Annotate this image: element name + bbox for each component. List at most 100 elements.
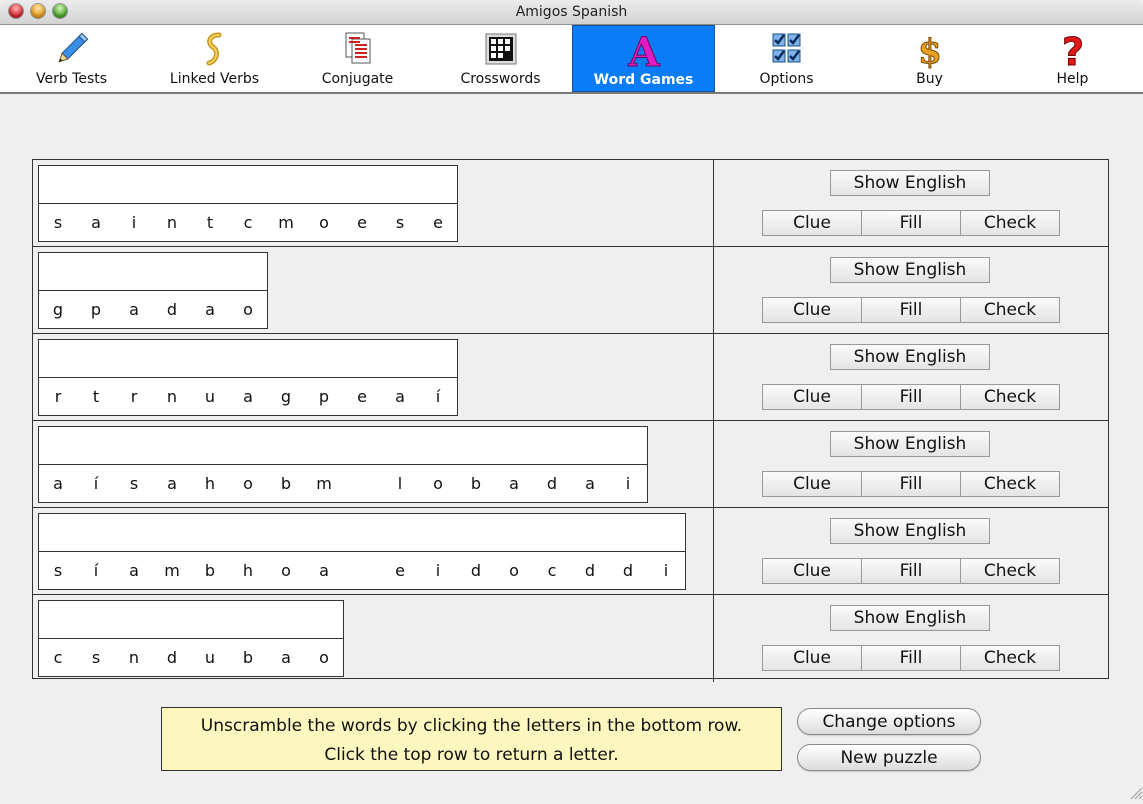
clue-button[interactable]: Clue [763,559,862,583]
answer-slot[interactable] [39,514,78,552]
answer-slot[interactable] [229,601,268,639]
scrambled-letter[interactable]: h [229,552,268,589]
scrambled-letter[interactable]: b [191,552,230,589]
answer-slot[interactable] [343,514,382,552]
toolbar-options[interactable]: Options [715,25,858,92]
answer-slot[interactable] [305,166,344,204]
clue-button[interactable]: Clue [763,646,862,670]
answer-slot[interactable] [267,166,306,204]
answer-slot[interactable] [229,166,268,204]
answer-slot[interactable] [153,253,192,291]
show-english-button[interactable]: Show English [830,518,990,544]
scrambled-letter[interactable]: i [419,552,458,589]
check-button[interactable]: Check [961,385,1059,409]
scrambled-letter[interactable]: a [77,204,116,241]
answer-slot[interactable] [191,253,230,291]
scrambled-letter[interactable]: a [305,552,344,589]
check-button[interactable]: Check [961,472,1059,496]
scrambled-letter[interactable]: r [115,378,154,415]
answer-slot[interactable] [267,427,306,465]
answer-slot[interactable] [305,514,344,552]
answer-slot[interactable] [153,166,192,204]
scrambled-letter[interactable]: c [229,204,268,241]
scrambled-letter[interactable]: a [495,465,534,502]
toolbar-linked-verbs[interactable]: Linked Verbs [143,25,286,92]
answer-slot[interactable] [495,514,534,552]
scrambled-letter[interactable]: b [457,465,496,502]
check-button[interactable]: Check [961,559,1059,583]
answer-slot[interactable] [115,601,154,639]
scrambled-letter[interactable]: o [419,465,458,502]
answer-slot[interactable] [419,166,457,204]
scrambled-letter[interactable]: c [39,639,78,676]
fill-button[interactable]: Fill [862,472,961,496]
answer-slot[interactable] [153,601,192,639]
answer-slot[interactable] [39,253,78,291]
answer-slot[interactable] [571,427,610,465]
answer-slot[interactable] [153,340,192,378]
scrambled-letter[interactable]: s [39,204,78,241]
answer-slot[interactable] [267,601,306,639]
scrambled-letter[interactable]: i [609,465,647,502]
answer-slot[interactable] [533,427,572,465]
toolbar-conjugate[interactable]: Conjugate [286,25,429,92]
scrambled-letter[interactable]: o [229,465,268,502]
answer-slot[interactable] [153,427,192,465]
scrambled-letter[interactable]: r [39,378,78,415]
answer-slot[interactable] [343,427,382,465]
scrambled-letter[interactable]: b [229,639,268,676]
show-english-button[interactable]: Show English [830,257,990,283]
clue-button[interactable]: Clue [763,211,862,235]
scrambled-letter[interactable]: í [77,465,116,502]
toolbar-buy[interactable]: $ Buy [858,25,1001,92]
scrambled-letter[interactable]: h [191,465,230,502]
scrambled-letter[interactable]: i [647,552,685,589]
scrambled-letter[interactable]: s [381,204,420,241]
answer-slot[interactable] [115,514,154,552]
scrambled-letter[interactable]: e [381,552,420,589]
scrambled-letter[interactable]: a [115,552,154,589]
scrambled-letter[interactable]: s [115,465,154,502]
toolbar-crosswords[interactable]: Crosswords [429,25,572,92]
answer-slot[interactable] [39,340,78,378]
scrambled-letter[interactable]: s [77,639,116,676]
answer-slot[interactable] [39,427,78,465]
answer-slot[interactable] [77,601,116,639]
new-puzzle-button[interactable]: New puzzle [797,744,981,771]
scrambled-letter[interactable]: a [153,465,192,502]
scrambled-letter[interactable]: n [153,204,192,241]
answer-slot[interactable] [419,427,458,465]
answer-slot[interactable] [191,427,230,465]
scrambled-letter[interactable]: e [343,378,382,415]
scrambled-letter[interactable]: g [267,378,306,415]
answer-slot[interactable] [457,427,496,465]
toolbar-verb-tests[interactable]: Verb Tests [0,25,143,92]
scrambled-letter[interactable]: a [381,378,420,415]
answer-slot[interactable] [39,601,78,639]
scrambled-letter[interactable]: d [153,639,192,676]
scrambled-letter[interactable]: e [343,204,382,241]
answer-slot[interactable] [39,166,78,204]
scrambled-letter[interactable]: u [191,378,230,415]
answer-slot[interactable] [229,340,268,378]
answer-slot[interactable] [419,340,457,378]
clue-button[interactable]: Clue [763,385,862,409]
scrambled-letter[interactable]: u [191,639,230,676]
answer-slot[interactable] [495,427,534,465]
scrambled-letter[interactable]: t [191,204,230,241]
answer-slot[interactable] [191,514,230,552]
answer-slot[interactable] [381,514,420,552]
scrambled-letter[interactable]: d [457,552,496,589]
scrambled-letter[interactable]: m [305,465,344,502]
scrambled-letter[interactable]: p [305,378,344,415]
scrambled-letter[interactable]: p [77,291,116,328]
fill-button[interactable]: Fill [862,385,961,409]
answer-slot[interactable] [115,166,154,204]
show-english-button[interactable]: Show English [830,344,990,370]
answer-slot[interactable] [343,340,382,378]
answer-slot[interactable] [609,514,648,552]
answer-slot[interactable] [191,601,230,639]
fill-button[interactable]: Fill [862,298,961,322]
answer-slot[interactable] [647,514,685,552]
scrambled-letter[interactable]: a [115,291,154,328]
